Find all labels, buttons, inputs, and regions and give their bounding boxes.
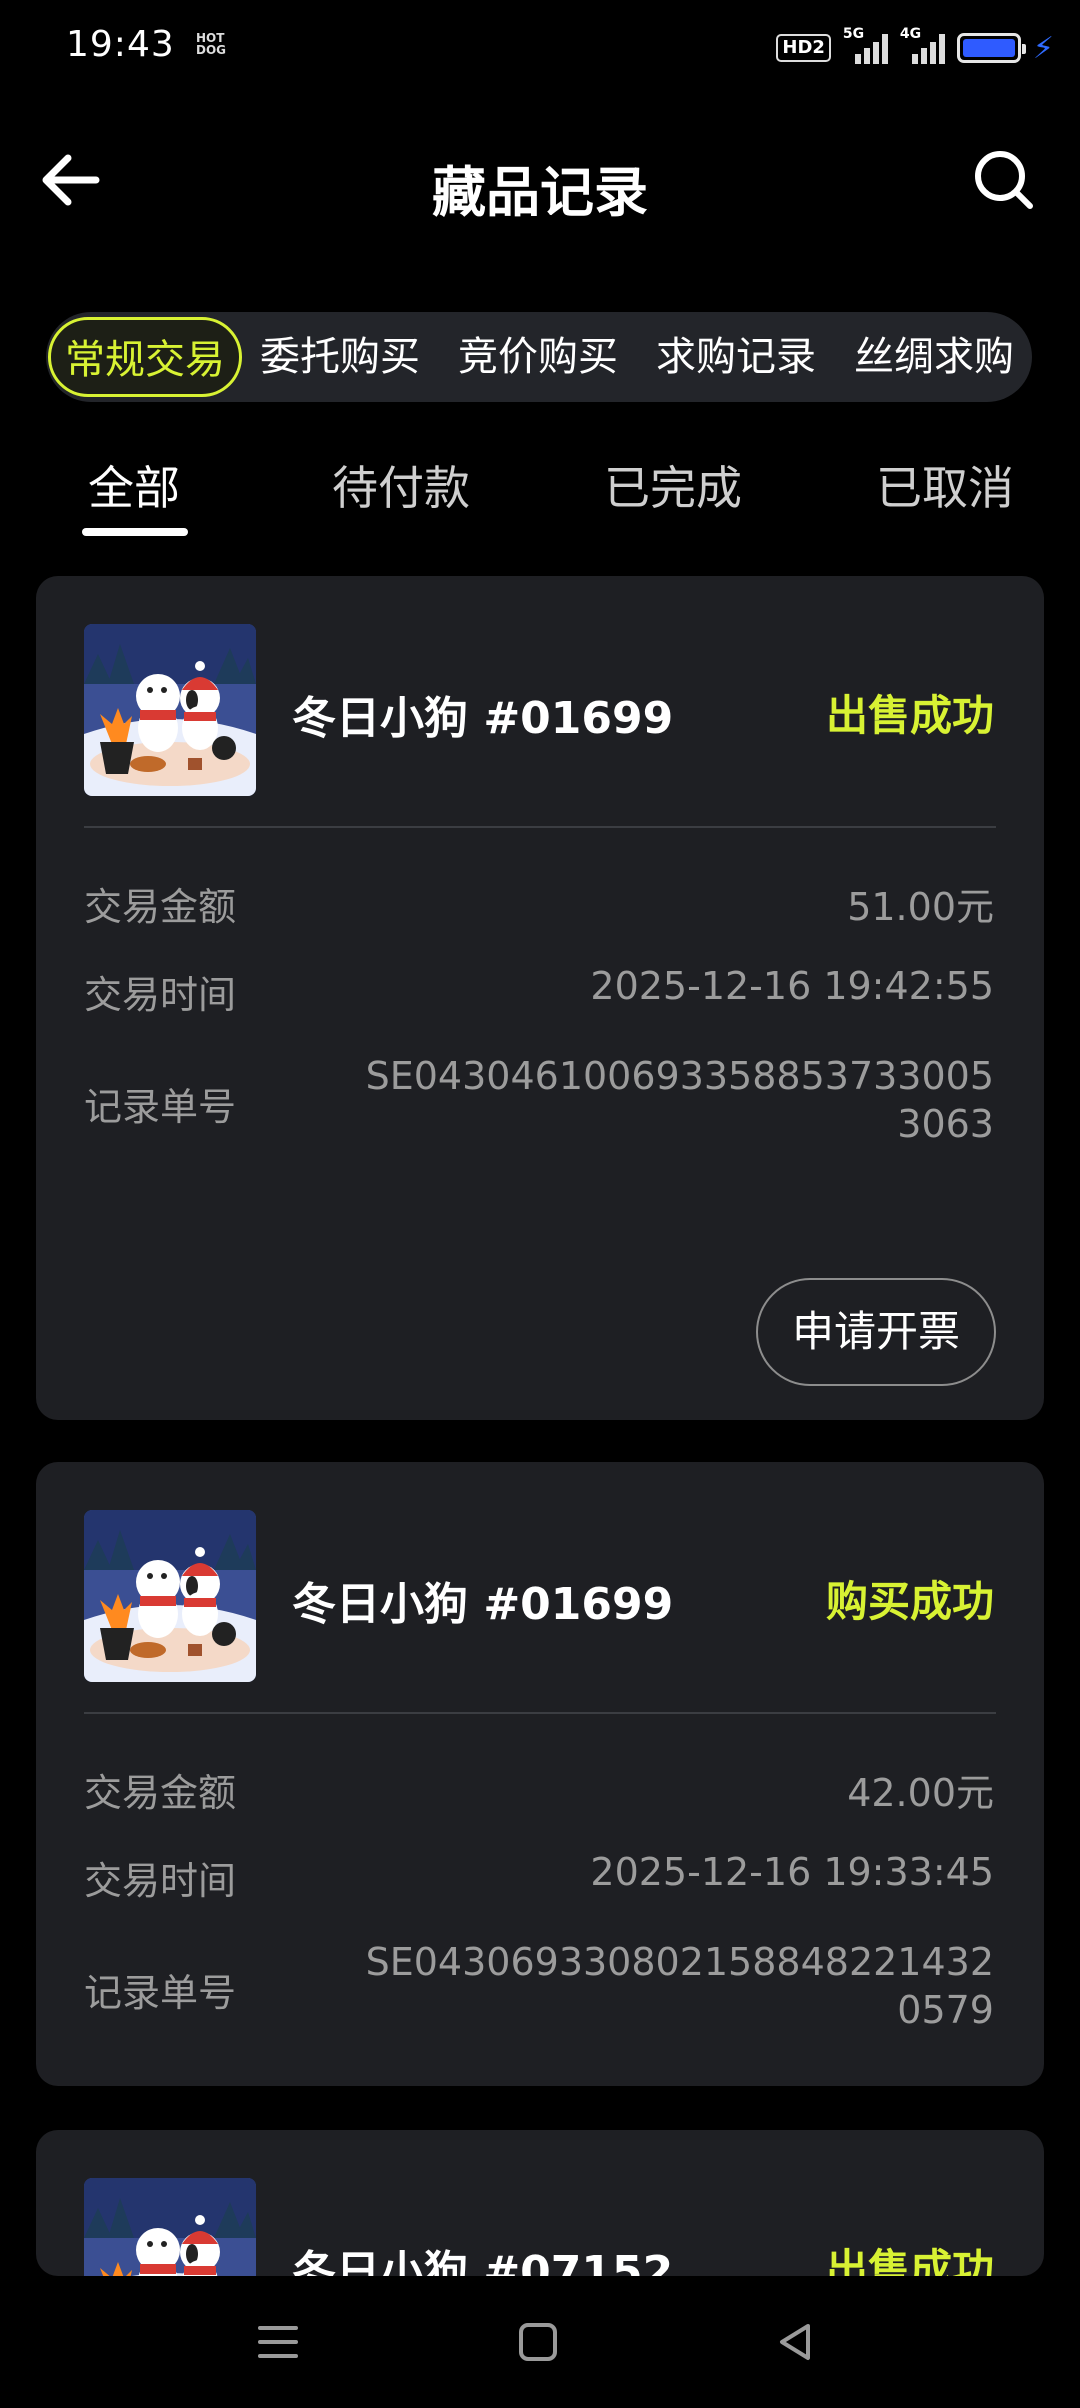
category-entrusted-purchase[interactable]: 委托购买 — [260, 312, 420, 402]
record-card[interactable]: 冬日小狗 #01699 出售成功 交易金额 51.00元 交易时间 2025-1… — [36, 576, 1044, 1420]
collectible-thumbnail — [84, 624, 256, 796]
amount-label: 交易金额 — [84, 885, 237, 929]
collectible-thumbnail — [84, 1510, 256, 1682]
status-badge: 购买成功 — [825, 1577, 994, 1626]
collectible-name: 冬日小狗 #01699 — [292, 1579, 674, 1630]
status-badge: 出售成功 — [825, 2245, 994, 2276]
time-label: 交易时间 — [84, 1859, 237, 1903]
menu-icon[interactable] — [256, 2320, 300, 2364]
order-label: 记录单号 — [84, 1085, 237, 1129]
apply-invoice-button[interactable]: 申请开票 — [756, 1278, 996, 1386]
divider — [84, 1712, 996, 1714]
collectible-thumbnail — [84, 2178, 256, 2276]
order-number: SE043069330802158848221432 0579 — [365, 1940, 994, 2032]
divider — [84, 826, 996, 828]
order-label: 记录单号 — [84, 1971, 237, 2015]
signal-4g-icon: 4G — [900, 26, 945, 64]
signal-5g-icon: 5G — [843, 26, 888, 64]
tab-all[interactable]: 全部 — [88, 452, 180, 518]
category-silk-wanted[interactable]: 丝绸求购 — [854, 312, 1014, 402]
category-wanted-records[interactable]: 求购记录 — [656, 312, 816, 402]
app-header: 藏品记录 — [0, 130, 1080, 230]
hd-voice-icon: HD2 — [776, 34, 831, 62]
category-regular-trade[interactable]: 常规交易 — [48, 317, 242, 397]
status-bar: 19:43 HOT DOG HD2 5G 4G ⚡ — [0, 0, 1080, 96]
tab-pending-payment[interactable]: 待付款 — [332, 452, 470, 518]
order-number: SE043046100693358853733005 3063 — [365, 1054, 994, 1146]
page-title: 藏品记录 — [432, 161, 648, 224]
tab-cancelled[interactable]: 已取消 — [876, 452, 1014, 518]
collectible-name: 冬日小狗 #07152 — [292, 2247, 674, 2276]
record-card[interactable]: 冬日小狗 #07152 出售成功 — [36, 2130, 1044, 2276]
category-tabs: 常规交易 委托购买 竞价购买 求购记录 丝绸求购 — [46, 312, 1032, 402]
back-triangle-icon[interactable] — [774, 2320, 818, 2364]
status-badge: 出售成功 — [825, 691, 994, 740]
active-tab-indicator — [82, 528, 188, 536]
amount-value: 51.00元 — [847, 885, 994, 929]
tab-completed[interactable]: 已完成 — [604, 452, 742, 518]
record-card[interactable]: 冬日小狗 #01699 购买成功 交易金额 42.00元 交易时间 2025-1… — [36, 1462, 1044, 2086]
home-square-icon[interactable] — [516, 2320, 560, 2364]
hot-dog-notification-icon: HOT DOG — [196, 31, 227, 57]
amount-label: 交易金额 — [84, 1771, 237, 1815]
time-value: 2025-12-16 19:42:55 — [590, 964, 994, 1008]
status-icons: HD2 5G 4G ⚡ — [776, 26, 1054, 68]
status-tabs: 全部 待付款 已完成 已取消 — [0, 440, 1080, 540]
category-bid-purchase[interactable]: 竞价购买 — [458, 312, 618, 402]
collectible-name: 冬日小狗 #01699 — [292, 693, 674, 744]
battery-icon — [956, 33, 1026, 63]
charging-icon: ⚡ — [1032, 30, 1054, 66]
time-label: 交易时间 — [84, 973, 237, 1017]
system-nav-bar — [0, 2276, 1080, 2408]
search-icon[interactable] — [972, 148, 1036, 212]
time-value: 2025-12-16 19:33:45 — [590, 1850, 994, 1894]
clock: 19:43 — [66, 24, 175, 65]
amount-value: 42.00元 — [847, 1771, 994, 1815]
